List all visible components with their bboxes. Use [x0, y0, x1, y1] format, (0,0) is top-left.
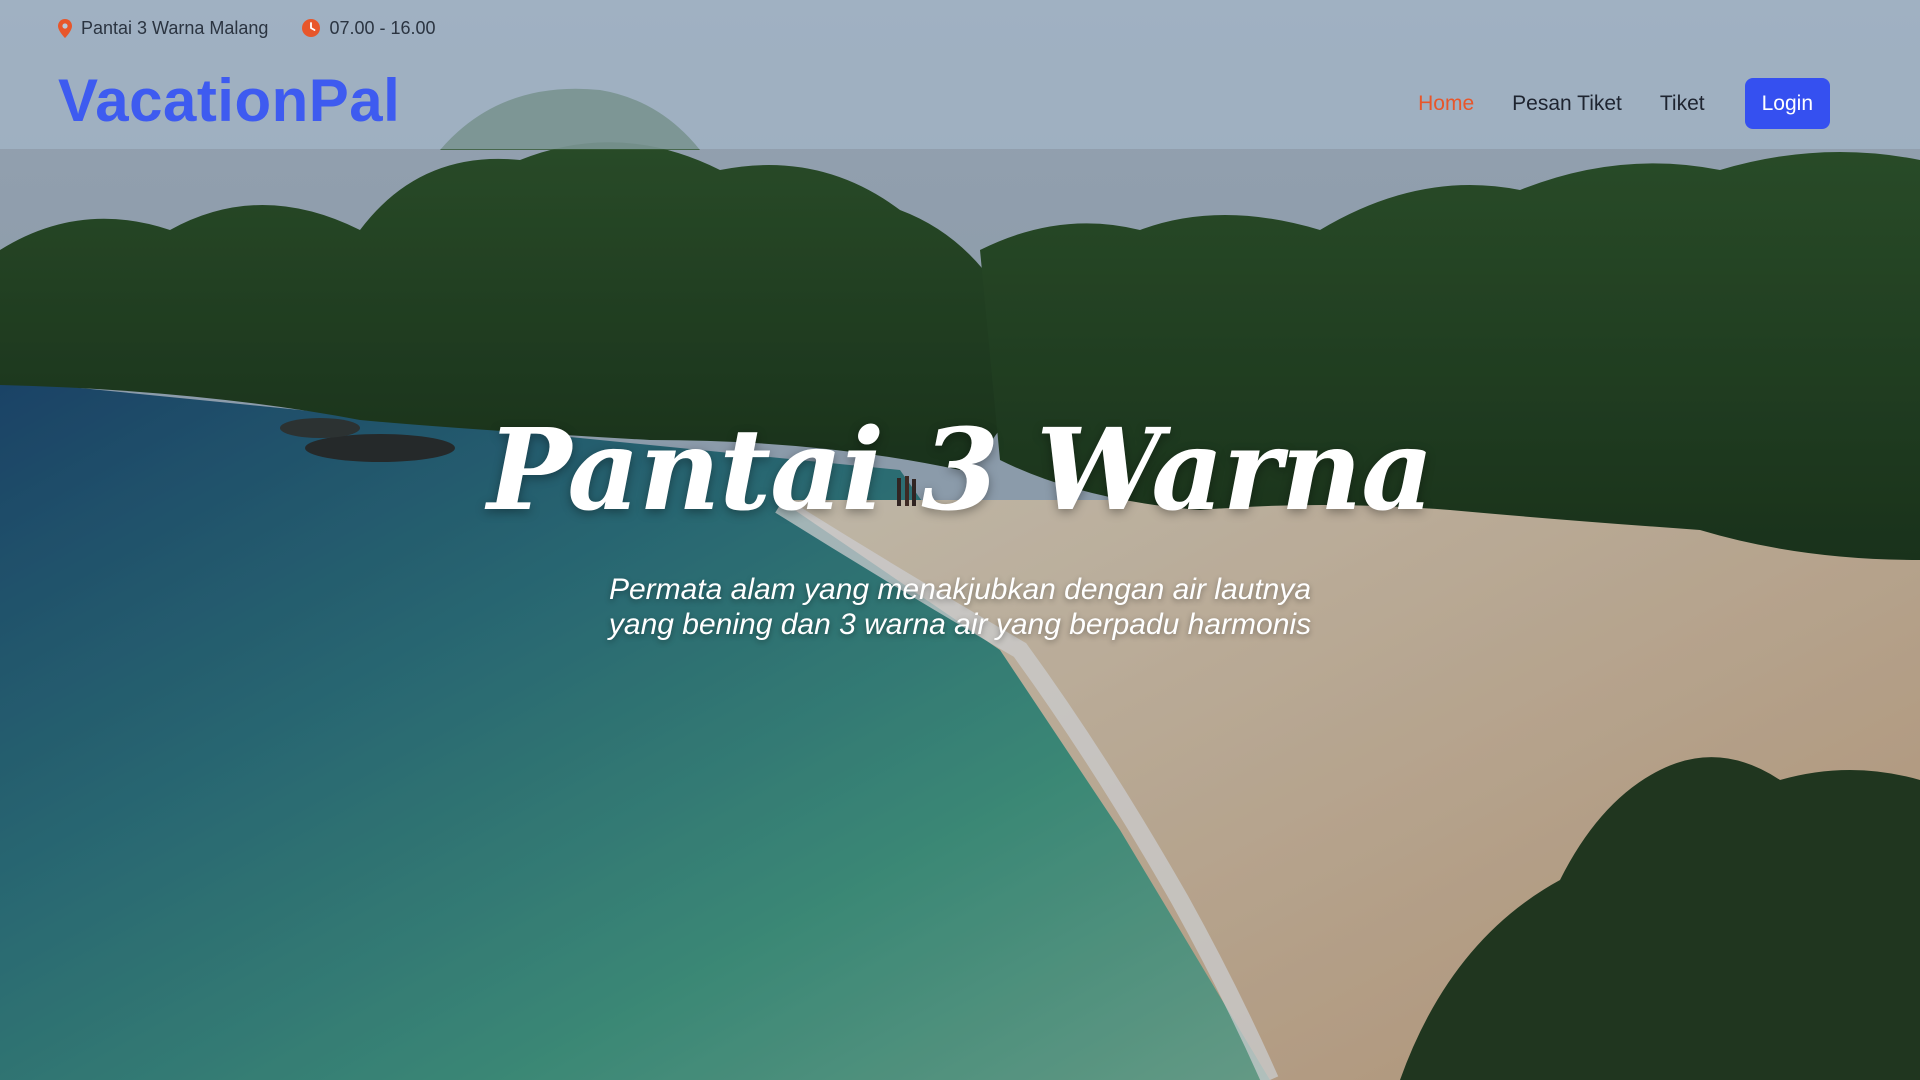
nav-item-pesan-tiket[interactable]: Pesan Tiket — [1512, 92, 1622, 116]
hero-subtitle-line-1: Permata alam yang menakjubkan dengan air… — [608, 573, 1312, 606]
hours-info: 07.00 - 16.00 — [302, 17, 436, 39]
hero-dim-overlay — [0, 0, 1920, 1080]
topbar: Pantai 3 Warna Malang 07.00 - 16.00 — [58, 16, 436, 40]
brand-logo[interactable]: VacationPal — [58, 66, 400, 136]
nav-item-home[interactable]: Home — [1418, 92, 1474, 116]
hero-subtitle-line-2: yang bening dan 3 warna air yang berpadu… — [608, 608, 1312, 641]
hero-title: Pantai 3 Warna — [487, 405, 1434, 536]
hero-section: Pantai 3 Warna Malang 07.00 - 16.00 Vaca… — [0, 0, 1920, 1080]
clock-icon — [302, 19, 321, 37]
hours-text: 07.00 - 16.00 — [329, 17, 436, 38]
nav-item-tiket[interactable]: Tiket — [1660, 92, 1705, 116]
login-button[interactable]: Login — [1744, 78, 1830, 129]
site-header: Pantai 3 Warna Malang 07.00 - 16.00 Vaca… — [0, 0, 1920, 149]
location-info: Pantai 3 Warna Malang — [58, 18, 268, 39]
main-nav: Home Pesan Tiket Tiket Login — [1418, 78, 1830, 129]
hero-subtitle: Permata alam yang menakjubkan dengan air… — [0, 572, 1920, 642]
map-pin-icon — [58, 18, 72, 38]
location-text: Pantai 3 Warna Malang — [81, 17, 269, 38]
